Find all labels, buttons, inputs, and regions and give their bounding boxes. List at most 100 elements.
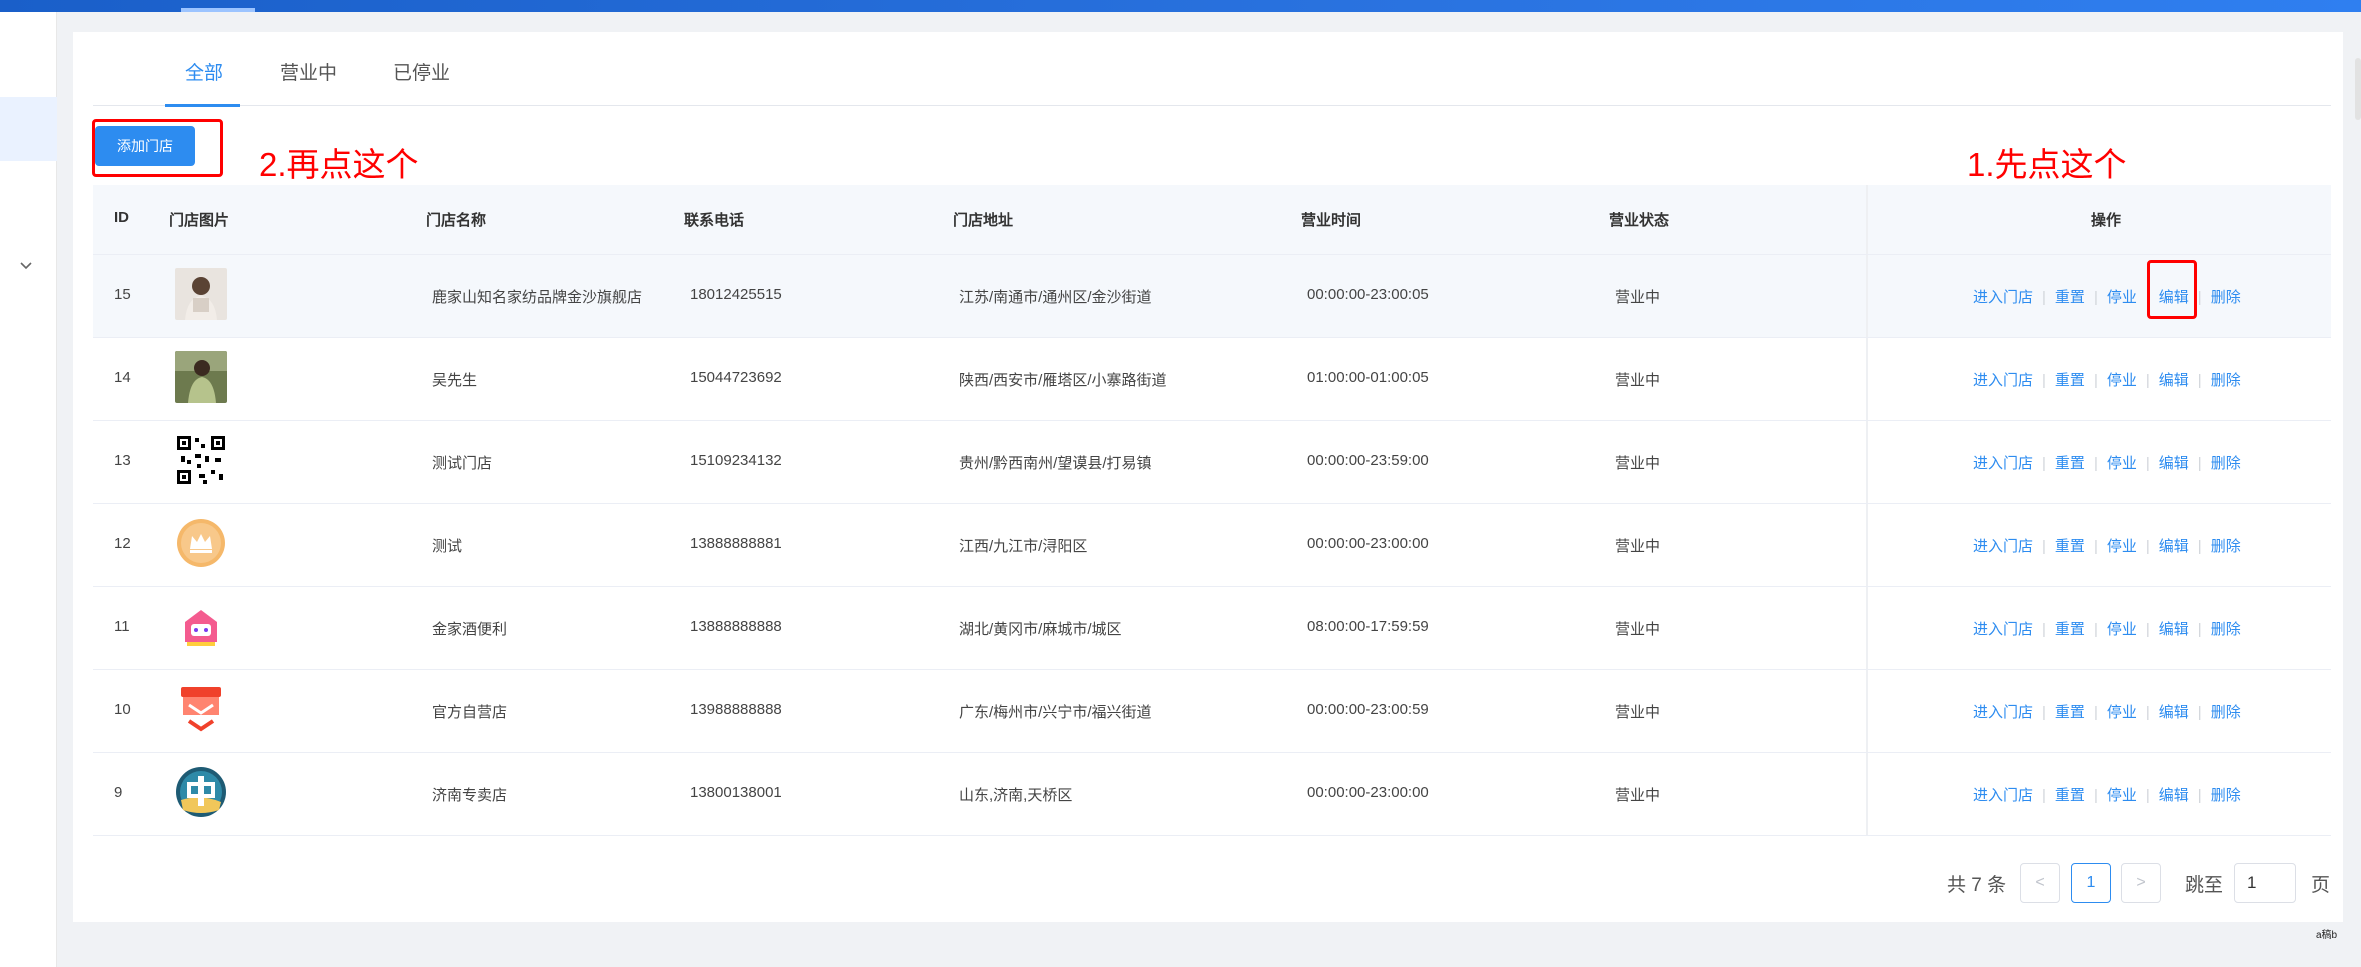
column-header: 营业状态 (1609, 212, 1670, 229)
top-nav-active-indicator (181, 8, 255, 12)
pagination-page-suffix: 页 (2311, 875, 2331, 896)
column-header: 门店图片 (169, 212, 230, 229)
action-separator: | (2197, 621, 2202, 638)
cell-store-name: 测试 (432, 538, 463, 555)
reset-link[interactable]: 重置 (2055, 372, 2085, 389)
cell-address: 陕西/西安市/雁塔区/小寨路街道 (959, 372, 1167, 389)
action-separator: | (2145, 704, 2150, 721)
cell-phone: 18012425515 (690, 286, 782, 303)
action-separator: | (2197, 455, 2202, 472)
action-separator: | (2145, 538, 2150, 555)
table-row: 14 吴先生 15044723692 陕西/西安市/雁塔区/小寨路街道 01:00:00… (93, 338, 2331, 421)
delete-link[interactable]: 删除 (2211, 289, 2241, 306)
reset-link[interactable]: 重置 (2055, 289, 2085, 306)
enter-store-link[interactable]: 进入门店 (1973, 289, 2033, 306)
chevron-down-icon[interactable] (17, 256, 35, 274)
girl-photo-icon (175, 351, 227, 403)
table-header: ID 门店图片 门店名称 联系电话 门店地址 营业时间 营业状态 操作 (93, 185, 2331, 255)
action-separator: | (2042, 621, 2046, 638)
enter-store-link[interactable]: 进入门店 (1973, 704, 2033, 721)
suspend-link[interactable]: 停业 (2107, 538, 2137, 555)
suspend-link[interactable]: 停业 (2107, 372, 2137, 389)
pagination-jump-input[interactable] (2234, 863, 2296, 903)
action-separator: | (2093, 372, 2098, 389)
row-actions: 进入门店 | 重置 | 停业 | 编辑 | 删除 (1973, 618, 2241, 639)
delete-link[interactable]: 删除 (2211, 538, 2241, 555)
cell-phone: 13888888881 (690, 535, 782, 552)
table-row: 10 官方自营店 13988888888 广东/梅州市/兴宁市/福兴街道 00:00:0… (93, 670, 2331, 753)
reset-link[interactable]: 重置 (2055, 455, 2085, 472)
action-separator: | (2042, 538, 2046, 555)
cell-phone: 13888888888 (690, 618, 782, 635)
cell-phone: 15044723692 (690, 369, 782, 386)
reset-link[interactable]: 重置 (2055, 538, 2085, 555)
action-separator: | (2197, 704, 2202, 721)
tab-open[interactable]: 营业中 (280, 58, 337, 85)
cell-hours: 00:00:00-23:00:00 (1307, 535, 1429, 552)
suspend-link[interactable]: 停业 (2107, 455, 2137, 472)
delete-link[interactable]: 删除 (2211, 704, 2241, 721)
edit-link[interactable]: 编辑 (2159, 704, 2189, 721)
pagination-page-1[interactable]: 1 (2071, 863, 2111, 903)
cell-phone: 13988888888 (690, 701, 782, 718)
enter-store-link[interactable]: 进入门店 (1973, 372, 2033, 389)
enter-store-link[interactable]: 进入门店 (1973, 455, 2033, 472)
tab-active-indicator (165, 104, 240, 107)
reset-link[interactable]: 重置 (2055, 621, 2085, 638)
row-actions: 进入门店 | 重置 | 停业 | 编辑 | 删除 (1973, 286, 2241, 307)
reset-link[interactable]: 重置 (2055, 704, 2085, 721)
pagination-next-button[interactable]: > (2121, 863, 2161, 903)
tab-all[interactable]: 全部 (185, 58, 223, 85)
edit-link[interactable]: 编辑 (2159, 787, 2189, 804)
shop-logo-icon (175, 600, 227, 652)
cell-id: 11 (114, 618, 130, 635)
row-actions: 进入门店 | 重置 | 停业 | 编辑 | 删除 (1973, 535, 2241, 556)
store-logo-icon (175, 683, 227, 735)
table-row: 9 济南专卖店 13800138001 山东,济南,天桥区 00:00:00-23:00… (93, 753, 2331, 836)
cell-status: 营业中 (1615, 289, 1661, 306)
table-row: 15 鹿家山知名家纺品牌金沙旗舰店 18012425515 江苏/南通市/通州区/金沙… (93, 255, 2331, 338)
suspend-link[interactable]: 停业 (2107, 289, 2137, 306)
column-divider (1866, 587, 1868, 669)
sidebar (0, 12, 57, 967)
enter-store-link[interactable]: 进入门店 (1973, 787, 2033, 804)
cell-status: 营业中 (1615, 372, 1661, 389)
pagination-prev-button[interactable]: < (2020, 863, 2060, 903)
status-tabs: 全部 营业中 已停业 (93, 32, 2331, 107)
cell-address: 山东,济南,天桥区 (959, 787, 1073, 804)
tab-closed[interactable]: 已停业 (393, 58, 450, 85)
action-separator: | (2093, 538, 2098, 555)
suspend-link[interactable]: 停业 (2107, 621, 2137, 638)
reset-link[interactable]: 重置 (2055, 787, 2085, 804)
suspend-link[interactable]: 停业 (2107, 787, 2137, 804)
sidebar-item-active[interactable] (0, 97, 57, 161)
suspend-link[interactable]: 停业 (2107, 704, 2137, 721)
annotation-box-add (92, 119, 223, 177)
cell-address: 湖北/黄冈市/麻城市/城区 (959, 621, 1122, 638)
column-divider (1866, 421, 1868, 503)
edit-link[interactable]: 编辑 (2159, 538, 2189, 555)
woman-photo-icon (175, 268, 227, 320)
delete-link[interactable]: 删除 (2211, 621, 2241, 638)
annotation-click-second: 2.再点这个 (259, 146, 419, 183)
cell-store-name: 济南专卖店 (432, 787, 508, 804)
delete-link[interactable]: 删除 (2211, 372, 2241, 389)
cell-address: 江苏/南通市/通州区/金沙街道 (959, 289, 1152, 306)
edit-link[interactable]: 编辑 (2159, 372, 2189, 389)
cell-store-name: 官方自营店 (432, 704, 508, 721)
row-actions: 进入门店 | 重置 | 停业 | 编辑 | 删除 (1973, 784, 2241, 805)
cell-status: 营业中 (1615, 704, 1661, 721)
column-header: 门店名称 (426, 212, 487, 229)
delete-link[interactable]: 删除 (2211, 787, 2241, 804)
cell-phone: 13800138001 (690, 784, 782, 801)
column-header: 操作 (2091, 212, 2122, 229)
edit-link[interactable]: 编辑 (2159, 455, 2189, 472)
scrollbar[interactable] (2355, 58, 2361, 120)
edit-link[interactable]: 编辑 (2159, 621, 2189, 638)
action-separator: | (2197, 787, 2202, 804)
delete-link[interactable]: 删除 (2211, 455, 2241, 472)
column-header: ID (114, 209, 129, 226)
cell-store-name: 金家酒便利 (432, 621, 508, 638)
enter-store-link[interactable]: 进入门店 (1973, 538, 2033, 555)
enter-store-link[interactable]: 进入门店 (1973, 621, 2033, 638)
